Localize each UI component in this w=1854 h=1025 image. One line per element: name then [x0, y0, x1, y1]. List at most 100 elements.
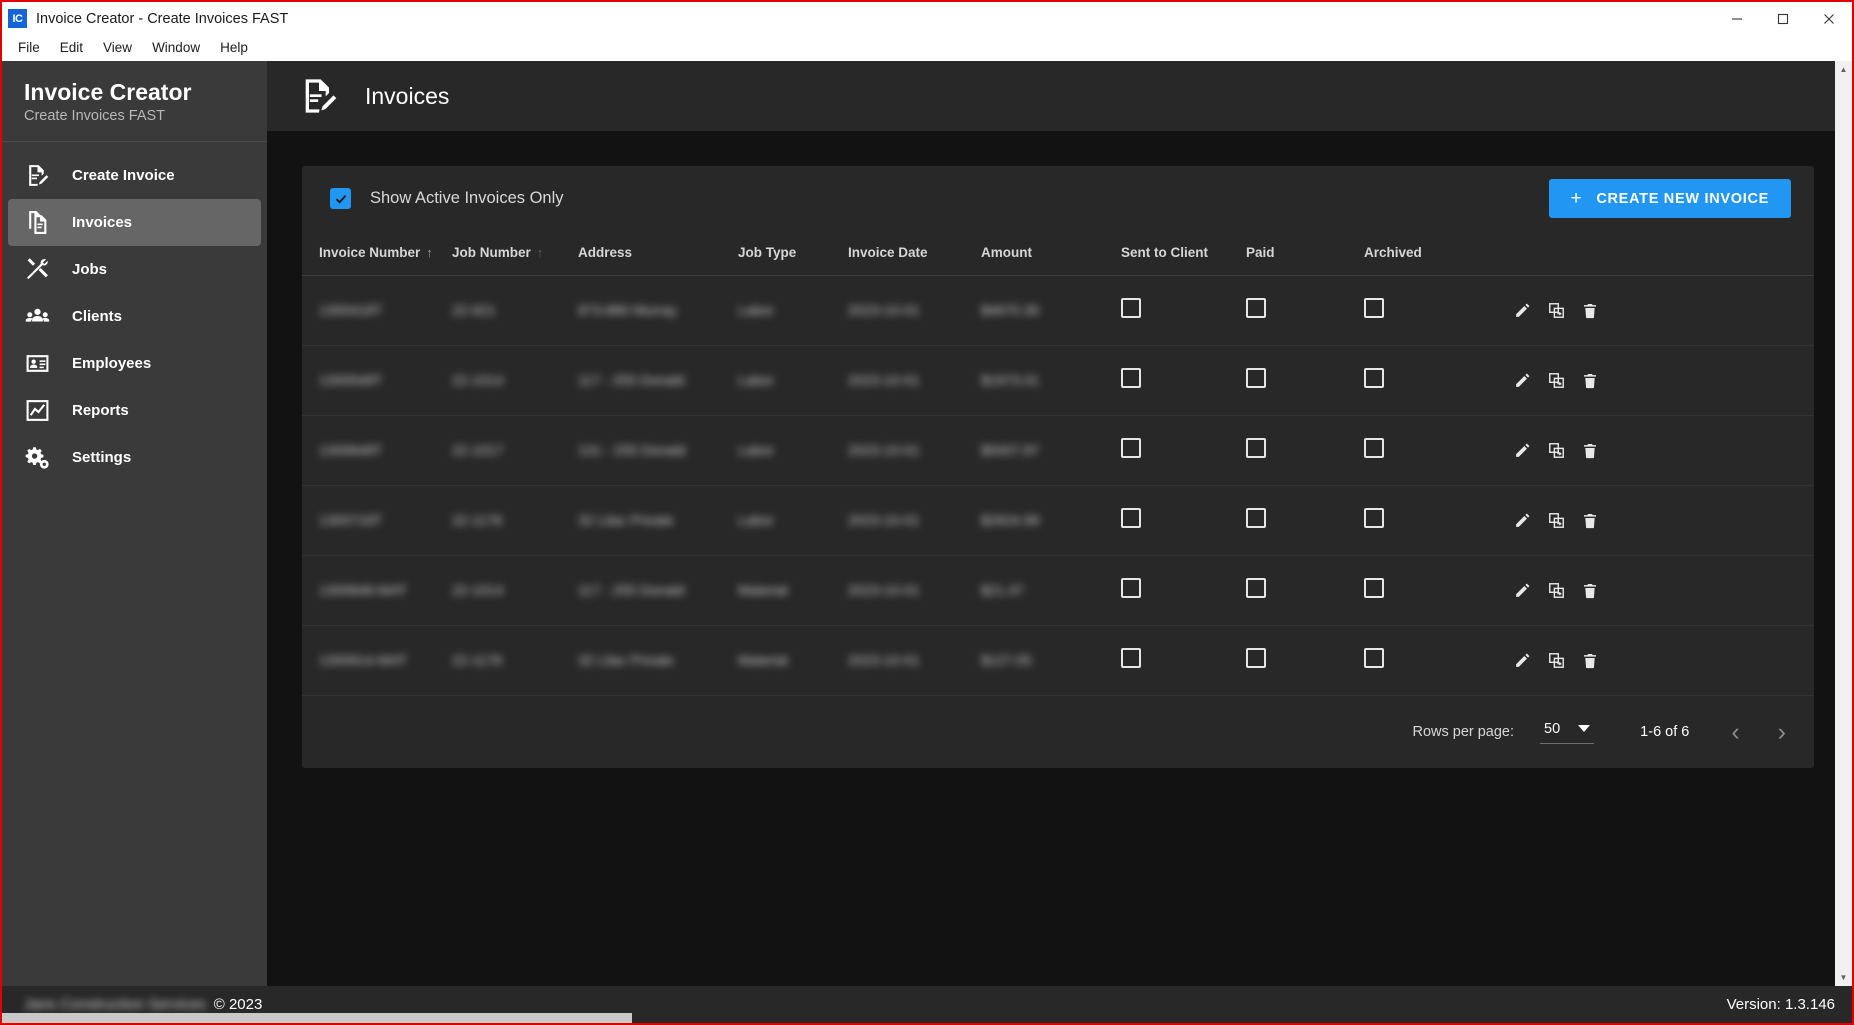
redacted-value: Labor [738, 371, 774, 388]
paid-checkbox[interactable] [1246, 298, 1266, 318]
trash-icon[interactable] [1582, 303, 1598, 319]
copy-icon[interactable] [1548, 652, 1565, 669]
menu-help[interactable]: Help [210, 37, 258, 58]
table-row[interactable]: 1300648T 22-1017 131 - 255 Donald Labor 2023… [302, 415, 1814, 486]
column-header-paid[interactable]: Paid [1246, 231, 1364, 276]
column-label: Invoice Number [319, 245, 421, 260]
close-button[interactable] [1806, 2, 1852, 35]
column-header-job-number[interactable]: Job Number ↑ [452, 231, 578, 276]
archived-checkbox[interactable] [1364, 648, 1384, 668]
row-actions [1514, 652, 1814, 669]
horizontal-scrollbar[interactable] [2, 1013, 632, 1023]
cell-actions [1514, 555, 1814, 626]
create-new-invoice-button[interactable]: + CREATE NEW INVOICE [1548, 179, 1791, 218]
column-header-invoice-date[interactable]: Invoice Date [848, 231, 981, 276]
column-header-sent-to-client[interactable]: Sent to Client [1121, 231, 1246, 276]
pencil-icon[interactable] [1514, 582, 1531, 599]
sidebar-item-settings[interactable]: Settings [8, 434, 261, 481]
sent-to-client-checkbox[interactable] [1121, 438, 1141, 458]
column-header-archived[interactable]: Archived [1364, 231, 1514, 276]
table-row[interactable]: 1300548T 22-1014 117 - 255 Donald Labor 2023… [302, 345, 1814, 416]
archived-checkbox[interactable] [1364, 508, 1384, 528]
archived-checkbox[interactable] [1364, 438, 1384, 458]
redacted-value: $4670.30 [981, 301, 1040, 318]
sent-to-client-checkbox[interactable] [1121, 508, 1141, 528]
sent-to-client-checkbox[interactable] [1121, 648, 1141, 668]
paid-checkbox[interactable] [1246, 438, 1266, 458]
redacted-value: 117 - 255 Donald [578, 581, 685, 598]
copy-icon[interactable] [1548, 302, 1565, 319]
cell-job-number: 22-1014 [452, 555, 578, 626]
trash-icon[interactable] [1582, 443, 1598, 459]
sidebar-item-employees[interactable]: Employees [8, 340, 261, 387]
menu-edit[interactable]: Edit [50, 37, 93, 58]
cell-job-type: Labor [738, 345, 848, 416]
paid-checkbox[interactable] [1246, 368, 1266, 388]
cell-address: 32 Lilac Private [578, 625, 738, 696]
trash-icon[interactable] [1582, 373, 1598, 389]
rows-per-page-select[interactable]: 50 [1540, 721, 1595, 744]
column-header-amount[interactable]: Amount [981, 231, 1121, 276]
cell-amount: $4670.30 [981, 275, 1121, 346]
menu-view[interactable]: View [93, 37, 142, 58]
scroll-up-icon[interactable]: ▲ [1835, 61, 1852, 78]
trash-icon[interactable] [1582, 513, 1598, 529]
copy-icon[interactable] [1548, 372, 1565, 389]
scroll-down-icon[interactable]: ▼ [1835, 969, 1852, 986]
redacted-value: 2023-10-01 [848, 651, 920, 668]
sidebar-item-invoices[interactable]: Invoices [8, 199, 261, 247]
maximize-button[interactable] [1760, 2, 1806, 35]
archived-checkbox[interactable] [1364, 368, 1384, 388]
paid-checkbox[interactable] [1246, 508, 1266, 528]
sidebar-item-jobs[interactable]: Jobs [8, 246, 261, 293]
vertical-scrollbar[interactable]: ▲ ▼ [1835, 61, 1852, 986]
copy-icon[interactable] [1548, 442, 1565, 459]
chevron-down-icon [1578, 725, 1591, 732]
sidebar-item-create-invoice[interactable]: Create Invoice [8, 152, 261, 199]
column-header-address[interactable]: Address [578, 231, 738, 276]
trash-icon[interactable] [1582, 583, 1598, 599]
sidebar-item-clients[interactable]: Clients [8, 293, 261, 340]
sidebar-item-reports[interactable]: Reports [8, 387, 261, 434]
table-row[interactable]: 1300914-MAT 22-1176 32 Lilac Private Materi… [302, 625, 1814, 696]
pencil-icon[interactable] [1514, 372, 1531, 389]
sent-to-client-checkbox[interactable] [1121, 298, 1141, 318]
cell-paid [1246, 345, 1364, 416]
show-active-invoices-only-checkbox[interactable]: Show Active Invoices Only [330, 188, 564, 209]
cell-job-type: Material [738, 625, 848, 696]
gears-icon [20, 445, 54, 470]
trash-icon[interactable] [1582, 653, 1598, 669]
menu-window[interactable]: Window [142, 37, 210, 58]
pencil-icon[interactable] [1514, 442, 1531, 459]
pencil-icon[interactable] [1514, 302, 1531, 319]
copy-icon[interactable] [1548, 582, 1565, 599]
pencil-icon[interactable] [1514, 512, 1531, 529]
previous-page-button[interactable]: ‹ [1731, 719, 1739, 745]
redacted-value: 22-1014 [452, 581, 504, 598]
minimize-button[interactable] [1714, 2, 1760, 35]
menu-file[interactable]: File [8, 37, 50, 58]
cell-sent-to-client [1121, 275, 1246, 346]
table-row[interactable]: 1300418T 22-921 873-880 Murray Labor 2023-10… [302, 275, 1814, 346]
table-header: Invoice Number ↑ Job Number ↑ Address Job … [302, 231, 1814, 276]
redacted-value: Material [738, 651, 788, 668]
sent-to-client-checkbox[interactable] [1121, 578, 1141, 598]
copy-icon[interactable] [1548, 512, 1565, 529]
column-header-invoice-number[interactable]: Invoice Number ↑ [302, 231, 452, 276]
table-row[interactable]: 1300718T 22-1176 32 Lilac Private Labor 2023… [302, 485, 1814, 556]
table-row[interactable]: 1300848-MAT 22-1014 117 - 255 Donald Materi… [302, 555, 1814, 626]
scrollbar-track[interactable] [1835, 78, 1852, 969]
next-page-button[interactable]: › [1778, 719, 1786, 745]
redacted-value: 1300718T [319, 511, 383, 528]
cell-amount: $1973.01 [981, 345, 1121, 416]
paid-checkbox[interactable] [1246, 648, 1266, 668]
cell-invoice-number: 1300914-MAT [302, 625, 452, 696]
pencil-icon[interactable] [1514, 652, 1531, 669]
redacted-value: 32 Lilac Private [578, 651, 674, 668]
sent-to-client-checkbox[interactable] [1121, 368, 1141, 388]
archived-checkbox[interactable] [1364, 578, 1384, 598]
paid-checkbox[interactable] [1246, 578, 1266, 598]
redacted-value: $5007.87 [981, 441, 1040, 458]
column-header-job-type[interactable]: Job Type [738, 231, 848, 276]
archived-checkbox[interactable] [1364, 298, 1384, 318]
